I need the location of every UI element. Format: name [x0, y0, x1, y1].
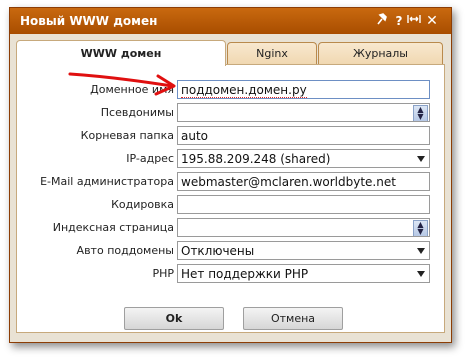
row-index-page: Индексная страница ▲ ▼ [17, 218, 444, 238]
root-folder-input[interactable]: auto [177, 126, 430, 145]
help-icon[interactable]: ? [392, 12, 406, 30]
chevron-down-icon [417, 156, 425, 162]
chevron-down-icon [417, 271, 425, 277]
tab-nginx[interactable]: Nginx [227, 42, 317, 65]
index-page-input[interactable]: ▲ ▼ [177, 218, 430, 237]
aliases-expand-icon[interactable]: ▲ ▼ [413, 105, 428, 121]
index-page-expand-icon[interactable]: ▲ ▼ [413, 220, 428, 236]
domain-name-input[interactable]: поддомен.домен.ру [177, 80, 430, 99]
ip-address-value: 195.88.209.248 (shared) [181, 152, 331, 166]
auto-subdomains-value: Отключены [181, 244, 255, 258]
new-www-domain-dialog: Новый WWW домен ? ✕ WWW домен Nginx Журн… [9, 7, 452, 343]
row-aliases: Псевдонимы ▲ ▼ [17, 103, 444, 123]
domain-name-label: Доменное имя [90, 83, 174, 96]
php-value: Нет поддержки PHP [181, 267, 309, 281]
dialog-title: Новый WWW домен [20, 14, 158, 28]
resize-icon[interactable] [407, 12, 421, 30]
ip-address-label: IP-адрес [126, 152, 174, 165]
dialog-titlebar[interactable]: Новый WWW домен ? ✕ [10, 8, 451, 34]
auto-subdomains-label: Авто поддомены [76, 244, 174, 257]
row-charset: Кодировка [17, 195, 444, 215]
admin-email-input[interactable]: webmaster@mclaren.worldbyte.net [177, 172, 430, 191]
charset-input[interactable] [177, 195, 430, 214]
auto-subdomains-select[interactable]: Отключены [177, 241, 430, 260]
pin-icon[interactable] [375, 12, 389, 30]
row-auto-subdomains: Авто поддомены Отключены [17, 241, 444, 261]
row-ip-address: IP-адрес 195.88.209.248 (shared) [17, 149, 444, 169]
aliases-label: Псевдонимы [100, 106, 174, 119]
admin-email-label: E-Mail администратора [40, 175, 174, 188]
ok-button[interactable]: Ok [124, 307, 224, 330]
close-icon[interactable]: ✕ [425, 12, 439, 30]
aliases-input[interactable]: ▲ ▼ [177, 103, 430, 122]
root-folder-label: Корневая папка [80, 129, 174, 142]
title-icons: ? ✕ [375, 12, 445, 30]
form-panel: Доменное имя поддомен.домен.ру Псевдоним… [16, 64, 445, 333]
index-page-label: Индексная страница [52, 221, 174, 234]
chevron-down-icon [417, 248, 425, 254]
row-php: PHP Нет поддержки PHP [17, 264, 444, 284]
tab-logs[interactable]: Журналы [318, 42, 443, 65]
tab-bar: WWW домен Nginx Журналы [16, 40, 443, 66]
php-label: PHP [152, 267, 174, 280]
tab-www-domain[interactable]: WWW домен [16, 40, 226, 66]
charset-label: Кодировка [111, 198, 174, 211]
row-root-folder: Корневая папка auto [17, 126, 444, 146]
domain-name-value: поддомен.домен.ру [181, 83, 307, 98]
cancel-button[interactable]: Отмена [243, 307, 343, 330]
ip-address-select[interactable]: 195.88.209.248 (shared) [177, 149, 430, 168]
row-admin-email: E-Mail администратора webmaster@mclaren.… [17, 172, 444, 192]
php-select[interactable]: Нет поддержки PHP [177, 264, 430, 283]
row-domain-name: Доменное имя поддомен.домен.ру [17, 80, 444, 100]
